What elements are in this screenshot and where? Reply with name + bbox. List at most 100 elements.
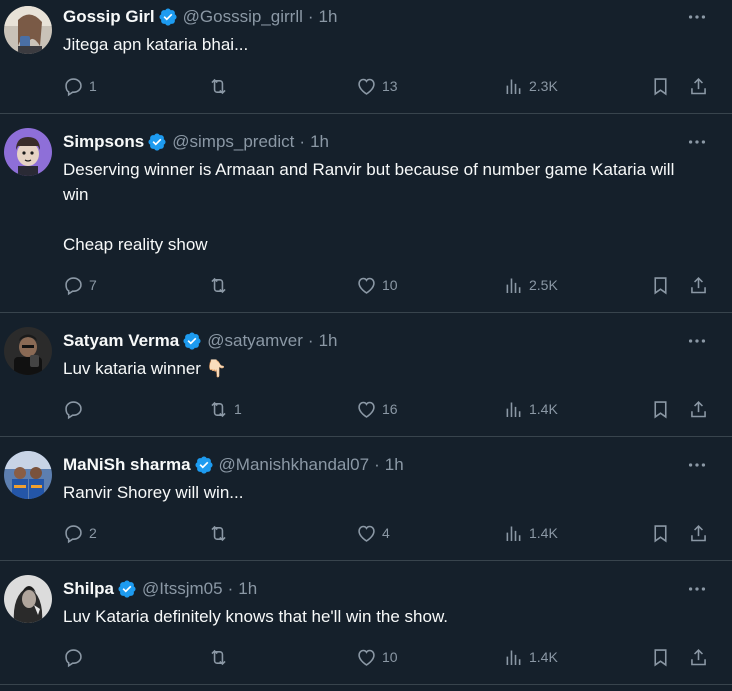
timestamp[interactable]: 1h [385, 455, 404, 475]
verified-badge-icon [118, 580, 136, 598]
reply-count: 2 [89, 525, 97, 541]
views-icon [506, 650, 521, 665]
handle[interactable]: @simps_predict [172, 132, 294, 152]
bookmark-button[interactable] [650, 398, 671, 420]
bookmark-icon [654, 400, 667, 418]
share-icon [691, 400, 706, 417]
handle[interactable]: @satyamver [207, 331, 303, 351]
reply-button[interactable]: 2 [63, 522, 97, 544]
tweet-feed: Gossip Girl @Gosssip_girrll · 1h Jitega … [0, 0, 732, 691]
share-button[interactable] [688, 398, 709, 420]
timestamp[interactable]: 1h [310, 132, 329, 152]
tweet-text: Luv Kataria definitely knows that he'll … [63, 604, 692, 629]
timestamp[interactable]: 1h [319, 7, 338, 27]
display-name[interactable]: Shilpa [63, 579, 114, 599]
tweet-text-line [63, 207, 692, 232]
reply-button[interactable]: 7 [63, 274, 97, 296]
bookmark-button[interactable] [650, 75, 671, 97]
bookmark-icon [654, 648, 667, 666]
share-button[interactable] [688, 75, 709, 97]
views-button[interactable]: 2.5K [503, 274, 558, 296]
views-button[interactable]: 1.4K [503, 522, 558, 544]
verified-badge-icon [195, 456, 213, 474]
retweet-button[interactable]: 1 [208, 398, 242, 420]
share-icon [691, 524, 706, 541]
reply-icon [65, 524, 82, 543]
like-button[interactable]: 16 [356, 398, 398, 420]
tweet[interactable]: Gossip Girl @Gosssip_girrll · 1h Jitega … [0, 0, 732, 114]
like-count: 13 [382, 78, 398, 94]
share-button[interactable] [688, 646, 709, 668]
views-icon [506, 526, 521, 541]
views-button[interactable]: 1.4K [503, 398, 558, 420]
like-button[interactable]: 4 [356, 522, 390, 544]
tweet-actions: 7 10 2.5K [63, 274, 712, 298]
handle[interactable]: @Manishkhandal07 [219, 455, 370, 475]
retweet-icon [211, 649, 226, 665]
tweet[interactable]: Satyam Verma @satyamver · 1h Luv kataria… [0, 313, 732, 437]
avatar[interactable] [4, 327, 52, 375]
retweet-icon [211, 78, 226, 94]
reply-button[interactable]: 1 [63, 75, 97, 97]
more-icon[interactable] [686, 330, 708, 352]
tweet[interactable]: Simpsons @simps_predict · 1h Deserving w… [0, 114, 732, 313]
tweet-header: Satyam Verma @satyamver · 1h [63, 330, 672, 352]
more-icon[interactable] [686, 131, 708, 153]
display-name[interactable]: Satyam Verma [63, 331, 179, 351]
more-icon[interactable] [686, 6, 708, 28]
share-icon [691, 648, 706, 665]
views-button[interactable]: 1.4K [503, 646, 558, 668]
retweet-button[interactable] [208, 274, 234, 296]
views-icon [506, 402, 521, 417]
verified-badge-icon [148, 133, 166, 151]
display-name[interactable]: Simpsons [63, 132, 144, 152]
tweet-header: MaNiSh sharma @Manishkhandal07 · 1h [63, 454, 672, 476]
retweet-icon [211, 525, 226, 541]
views-button[interactable]: 2.3K [503, 75, 558, 97]
tweet-text: Luv kataria winner 👇🏻 [63, 356, 692, 381]
like-icon [358, 401, 375, 418]
avatar[interactable] [4, 128, 52, 176]
like-count: 16 [382, 401, 398, 417]
more-icon[interactable] [686, 454, 708, 476]
reply-button[interactable] [63, 646, 89, 668]
like-button[interactable]: 10 [356, 274, 398, 296]
tweet-text-line: Ranvir Shorey will win... [63, 483, 244, 502]
share-button[interactable] [688, 274, 709, 296]
display-name[interactable]: MaNiSh sharma [63, 455, 191, 475]
reply-icon [65, 648, 82, 667]
tweet-text-line: Luv Kataria definitely knows that he'll … [63, 607, 449, 626]
tweet-actions: 10 1.4K [63, 646, 712, 670]
retweet-icon [211, 277, 226, 293]
like-button[interactable]: 13 [356, 75, 398, 97]
share-icon [691, 77, 706, 94]
tweet-actions: 2 4 1.4K [63, 522, 712, 546]
reply-icon [65, 77, 82, 96]
avatar[interactable] [4, 575, 52, 623]
more-icon[interactable] [686, 578, 708, 600]
retweet-button[interactable] [208, 646, 234, 668]
avatar[interactable] [4, 6, 52, 54]
reply-button[interactable] [63, 398, 89, 420]
handle[interactable]: @Gosssip_girrll [183, 7, 303, 27]
views-count: 2.3K [529, 78, 558, 94]
bookmark-icon [654, 524, 667, 542]
reply-count: 1 [89, 78, 97, 94]
retweet-button[interactable] [208, 522, 234, 544]
display-name[interactable]: Gossip Girl [63, 7, 155, 27]
like-icon [358, 525, 375, 542]
like-button[interactable]: 10 [356, 646, 398, 668]
handle[interactable]: @Itssjm05 [142, 579, 223, 599]
share-button[interactable] [688, 522, 709, 544]
timestamp[interactable]: 1h [238, 579, 257, 599]
retweet-button[interactable] [208, 75, 234, 97]
bookmark-button[interactable] [650, 274, 671, 296]
avatar[interactable] [4, 451, 52, 499]
tweet[interactable]: Shilpa @Itssjm05 · 1h Luv Kataria defini… [0, 561, 732, 685]
timestamp[interactable]: 1h [319, 331, 338, 351]
tweet[interactable]: MaNiSh sharma @Manishkhandal07 · 1h Ranv… [0, 437, 732, 561]
separator: · [299, 132, 306, 151]
share-icon [691, 276, 706, 293]
bookmark-button[interactable] [650, 646, 671, 668]
bookmark-button[interactable] [650, 522, 671, 544]
